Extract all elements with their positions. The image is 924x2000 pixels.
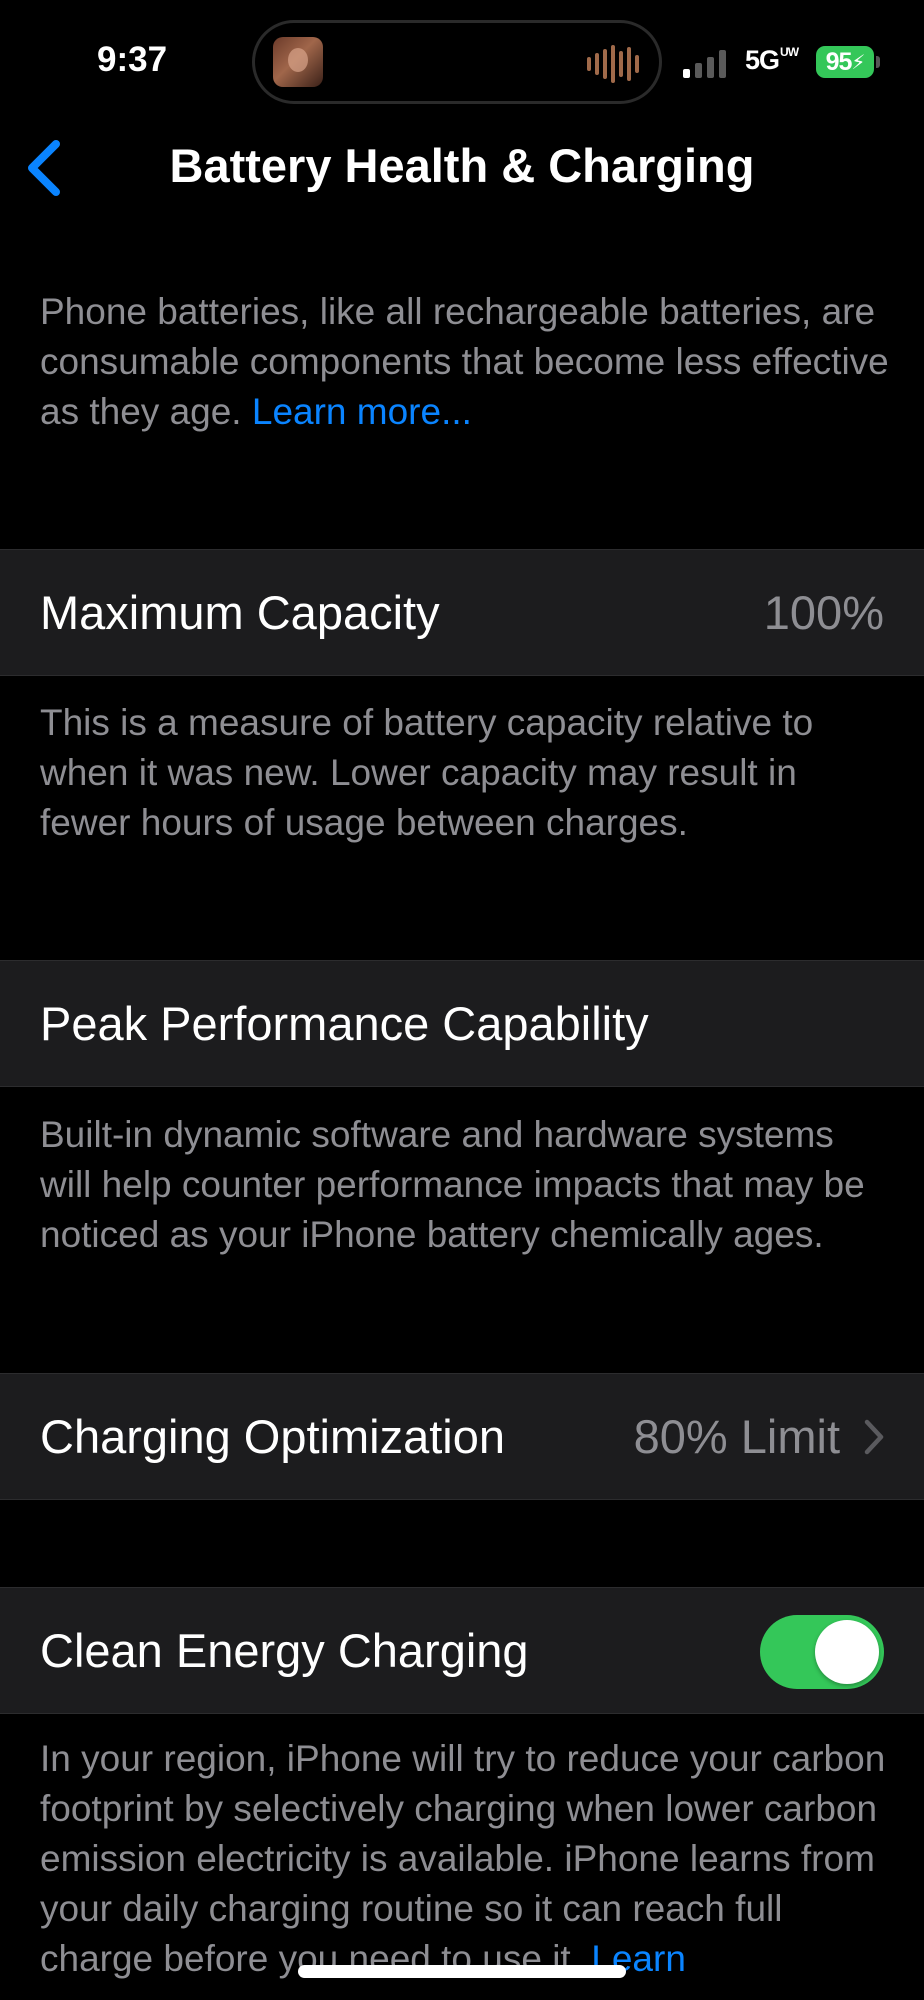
maximum-capacity-label: Maximum Capacity bbox=[40, 586, 440, 639]
peak-performance-label: Peak Performance Capability bbox=[40, 997, 649, 1050]
clean-energy-charging-toggle[interactable] bbox=[760, 1615, 884, 1689]
charging-bolt-icon: ⚡ bbox=[851, 51, 865, 74]
toggle-knob bbox=[815, 1620, 879, 1684]
battery-cap bbox=[876, 56, 880, 68]
charging-optimization-label: Charging Optimization bbox=[40, 1410, 505, 1463]
network-type: 5GUW bbox=[745, 45, 799, 75]
dynamic-island[interactable] bbox=[252, 20, 662, 104]
battery-icon: 95 ⚡ bbox=[816, 46, 874, 78]
cellular-signal-icon bbox=[683, 48, 733, 78]
learn-more-link[interactable]: Learn more... bbox=[252, 391, 472, 432]
chevron-right-icon bbox=[864, 1419, 884, 1455]
charging-optimization-value: 80% Limit bbox=[633, 1410, 840, 1463]
maximum-capacity-description: This is a measure of battery capacity re… bbox=[40, 702, 814, 843]
page-title: Battery Health & Charging bbox=[169, 139, 755, 192]
audio-waveform-icon bbox=[587, 45, 639, 83]
clean-energy-text: In your region, iPhone will try to reduc… bbox=[40, 1738, 886, 1979]
home-indicator[interactable] bbox=[298, 1965, 626, 1978]
peak-performance-description: Built-in dynamic software and hardware s… bbox=[40, 1114, 865, 1255]
clean-energy-description: In your region, iPhone will try to reduc… bbox=[40, 1734, 890, 1984]
clean-energy-charging-row: Clean Energy Charging bbox=[0, 1587, 924, 1714]
clean-energy-charging-label: Clean Energy Charging bbox=[40, 1624, 529, 1677]
peak-performance-row: Peak Performance Capability bbox=[0, 960, 924, 1087]
now-playing-artwork[interactable] bbox=[273, 37, 323, 87]
battery-percent: 95 bbox=[825, 47, 853, 76]
maximum-capacity-row: Maximum Capacity 100% bbox=[0, 549, 924, 676]
network-type-sub: UW bbox=[780, 45, 799, 59]
maximum-capacity-value: 100% bbox=[763, 586, 884, 639]
status-time: 9:37 bbox=[97, 40, 168, 79]
charging-optimization-row[interactable]: Charging Optimization 80% Limit bbox=[0, 1373, 924, 1500]
intro-description: Phone batteries, like all rechargeable b… bbox=[40, 287, 890, 437]
